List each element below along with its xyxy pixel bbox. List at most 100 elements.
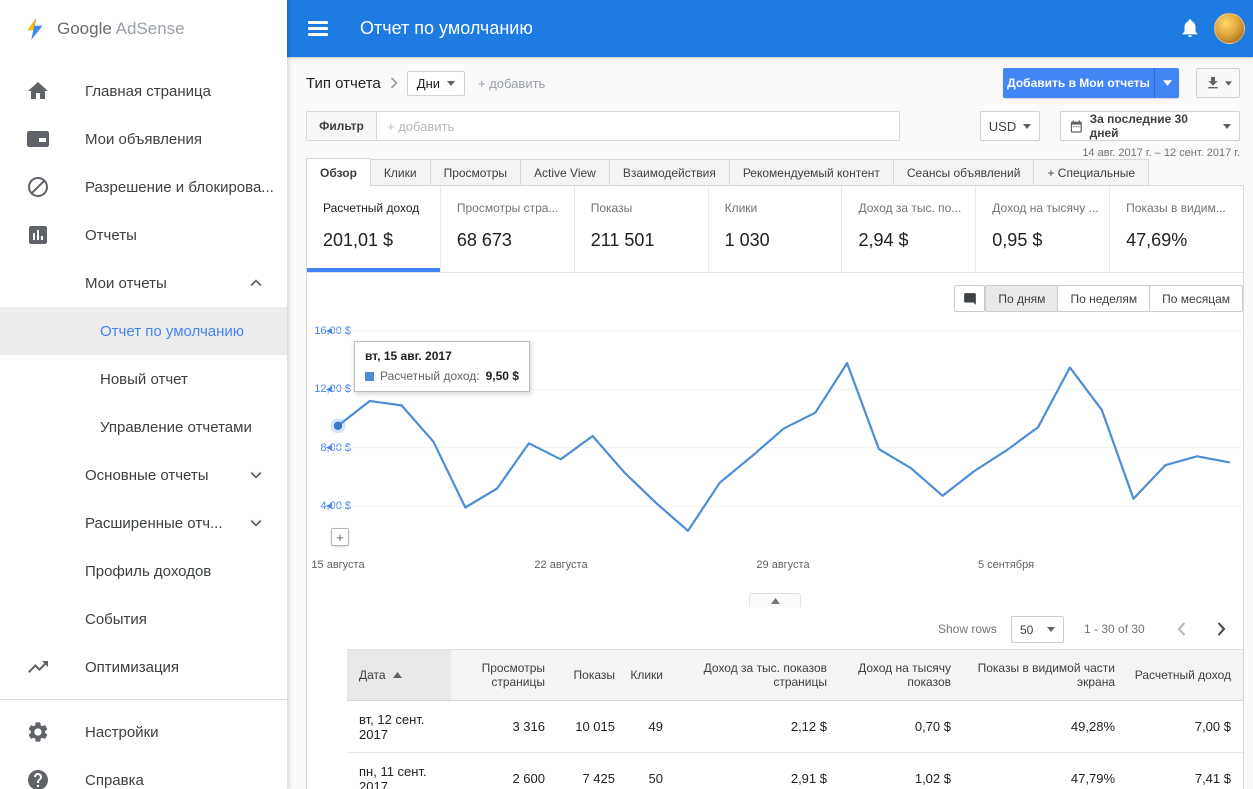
- sidebar-item-label: Отчеты: [85, 226, 137, 244]
- granularity-by-week[interactable]: По неделям: [1058, 285, 1151, 312]
- sidebar-item-revenue-profile[interactable]: Профиль доходов: [0, 547, 287, 595]
- pagination-prev-button[interactable]: [1167, 615, 1195, 643]
- sidebar-item-label: Настройки: [85, 723, 159, 741]
- sidebar-item-reports[interactable]: Отчеты: [0, 211, 287, 259]
- sidebar-item-my-ads[interactable]: Мои объявления: [0, 115, 287, 163]
- filter-input[interactable]: [377, 112, 899, 140]
- tab-views[interactable]: Просмотры: [430, 159, 522, 186]
- sort-ascending-icon: [392, 672, 402, 678]
- caret-down-icon: [1224, 80, 1232, 86]
- granularity-by-month[interactable]: По месяцам: [1150, 285, 1243, 312]
- cell-page-views: 2 600: [512, 771, 545, 786]
- sidebar-item-advanced-reports[interactable]: Расширенные отч...: [0, 499, 287, 547]
- metric-card-impression-rpm[interactable]: Доход на тысячу ... 0,95 $: [976, 186, 1111, 272]
- cell-date: вт, 12 сент. 2017: [359, 711, 425, 742]
- sidebar-item-allow-block[interactable]: Разрешение и блокирова...: [0, 163, 287, 211]
- sidebar-item-help[interactable]: Справка: [0, 756, 287, 789]
- granularity-label: По неделям: [1070, 291, 1138, 306]
- topbar: Отчет по умолчанию: [287, 0, 1253, 57]
- tab-overview[interactable]: Обзор: [306, 158, 371, 187]
- cell-viewability: 47,79%: [1070, 771, 1115, 786]
- caret-down-icon: [1223, 123, 1231, 129]
- report-type-label: Тип отчета: [306, 74, 381, 92]
- tab-custom[interactable]: + Специальные: [1034, 159, 1150, 186]
- tab-interactions[interactable]: Взаимодействия: [609, 159, 730, 186]
- show-rows-label: Show rows: [938, 622, 997, 636]
- x-axis-tick-label: 29 августа: [756, 559, 810, 571]
- tab-ad-sessions[interactable]: Сеансы объявлений: [893, 159, 1035, 186]
- calendar-icon: [1070, 119, 1082, 133]
- column-label: Доход на тысячу показов: [858, 661, 951, 689]
- tab-label: Рекомендуемый контент: [742, 165, 880, 180]
- sidebar-item-my-reports[interactable]: Мои отчеты: [0, 259, 287, 307]
- sidebar-item-label: Справка: [85, 771, 144, 789]
- page-title: Отчет по умолчанию: [360, 18, 533, 38]
- chart-comment-button[interactable]: [954, 285, 985, 312]
- metric-card-estimated-earnings[interactable]: Расчетный доход 201,01 $: [307, 186, 441, 272]
- tab-label: Сеансы объявлений: [906, 165, 1021, 180]
- tab-active-view[interactable]: Active View: [521, 159, 610, 186]
- tooltip-series-label: Расчетный доход:: [380, 369, 480, 383]
- sidebar-item-optimization[interactable]: Оптимизация: [0, 643, 287, 691]
- metric-card-clicks[interactable]: Клики 1 030: [709, 186, 843, 272]
- column-header-clicks[interactable]: Клики: [627, 650, 675, 700]
- cell-clicks: 49: [648, 719, 663, 734]
- table-row[interactable]: пн, 11 сент. 2017 2 600 7 425 50 2,91 $ …: [347, 753, 1243, 789]
- logo-text-adsense: AdSense: [115, 18, 185, 38]
- sidebar-item-settings[interactable]: Настройки: [0, 708, 287, 756]
- pagination-range: 1 - 30 of 30: [1084, 622, 1145, 636]
- metric-card-viewability[interactable]: Показы в видим... 47,69%: [1110, 186, 1243, 272]
- tab-label: Клики: [383, 165, 417, 180]
- series-color-swatch: [365, 371, 374, 381]
- column-header-impression-rpm[interactable]: Доход на тысячу показов: [839, 650, 963, 700]
- add-to-my-reports-dropdown[interactable]: [1154, 68, 1179, 98]
- tab-clicks[interactable]: Клики: [370, 159, 431, 186]
- cell-page-views: 3 316: [512, 719, 545, 734]
- metric-card-page-views[interactable]: Просмотры стра... 68 673: [441, 186, 575, 272]
- sidebar-item-home[interactable]: Главная страница: [0, 67, 287, 115]
- date-range-picker[interactable]: За последние 30 дней: [1060, 111, 1240, 141]
- column-label: Показы в видимой части экрана: [977, 661, 1115, 689]
- add-dimension-button[interactable]: + добавить: [478, 76, 545, 91]
- metric-value: 0,95 $: [992, 230, 1043, 250]
- granularity-toggle: По дням По неделям По месяцам: [985, 285, 1243, 312]
- metric-card-page-rpm[interactable]: Доход за тыс. по... 2,94 $: [842, 186, 977, 272]
- export-download-button[interactable]: [1196, 68, 1240, 98]
- zoom-in-icon[interactable]: +: [331, 528, 349, 546]
- granularity-by-day[interactable]: По дням: [985, 285, 1059, 312]
- my-ads-icon: [26, 127, 50, 151]
- hamburger-menu-icon[interactable]: [308, 18, 328, 40]
- sidebar-item-events[interactable]: События: [0, 595, 287, 643]
- column-header-page-rpm[interactable]: Доход за тыс. показов страницы: [675, 650, 839, 700]
- add-to-my-reports-button[interactable]: Добавить в Мои отчеты: [1003, 68, 1179, 98]
- avatar[interactable]: [1214, 13, 1245, 44]
- rows-per-page-dropdown[interactable]: 50: [1011, 616, 1064, 643]
- notifications-bell-icon[interactable]: [1179, 17, 1201, 39]
- sidebar-item-basic-reports[interactable]: Основные отчеты: [0, 451, 287, 499]
- column-header-date[interactable]: Дата: [347, 650, 451, 700]
- gear-icon: [26, 720, 50, 744]
- chevron-left-icon: [1177, 622, 1185, 636]
- caret-down-icon: [1023, 123, 1032, 129]
- sidebar-item-manage-reports[interactable]: Управление отчетами: [0, 403, 287, 451]
- tab-recommended-content[interactable]: Рекомендуемый контент: [729, 159, 894, 186]
- column-header-impressions[interactable]: Показы: [557, 650, 627, 700]
- filter-label: Фильтр: [307, 112, 377, 140]
- cell-viewability: 49,28%: [1070, 719, 1115, 734]
- table-row[interactable]: вт, 12 сент. 2017 3 316 10 015 49 2,12 $…: [347, 701, 1243, 753]
- tab-label: Просмотры: [443, 165, 508, 180]
- cell-date: пн, 11 сент. 2017: [359, 763, 427, 789]
- metric-card-impressions[interactable]: Показы 211 501: [575, 186, 709, 272]
- column-header-viewability[interactable]: Показы в видимой части экрана: [963, 650, 1127, 700]
- sidebar-item-default-report[interactable]: Отчет по умолчанию: [0, 307, 287, 355]
- collapse-chart-button[interactable]: [749, 593, 801, 607]
- granularity-label: По месяцам: [1162, 291, 1230, 306]
- sidebar-item-new-report[interactable]: Новый отчет: [0, 355, 287, 403]
- tab-label: Обзор: [320, 166, 357, 180]
- column-header-earnings[interactable]: Расчетный доход: [1127, 650, 1243, 700]
- column-header-page-views[interactable]: Просмотры страницы: [451, 650, 557, 700]
- currency-dropdown[interactable]: USD: [980, 111, 1040, 141]
- main-content: Тип отчета Дни + добавить Добавить в Мои…: [287, 57, 1253, 789]
- pagination-next-button[interactable]: [1207, 615, 1235, 643]
- dimension-dropdown[interactable]: Дни: [406, 70, 466, 96]
